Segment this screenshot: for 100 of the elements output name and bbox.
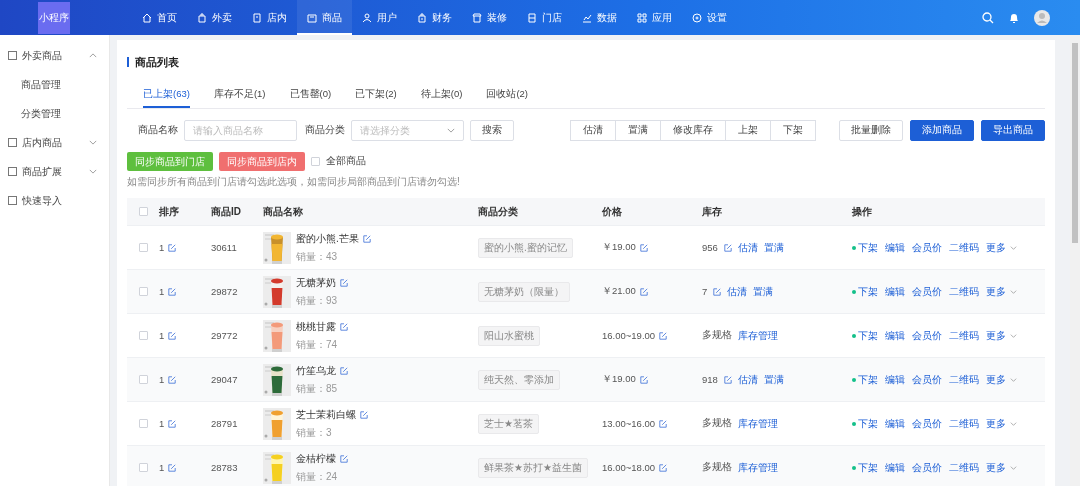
checkbox[interactable] [138,207,148,216]
stock-link[interactable]: 估清 [737,240,758,255]
stock-link[interactable]: 库存管理 [738,328,778,343]
app-logo[interactable]: 小程序 [38,1,70,34]
stock-link[interactable]: 置满 [753,284,774,299]
batch-button[interactable]: 下架 [770,120,816,141]
checkbox[interactable] [138,463,148,472]
edit-icon[interactable] [360,410,368,419]
action-button[interactable]: 添加商品 [910,120,974,141]
action-link[interactable]: 二维码 [949,240,979,255]
stock-link[interactable]: 库存管理 [738,416,778,431]
action-link[interactable]: 会员价 [912,328,942,343]
edit-icon[interactable] [168,419,177,428]
edit-icon[interactable] [723,243,732,252]
scrollbar-thumb[interactable] [1072,43,1078,243]
checkbox[interactable] [138,287,148,296]
batch-button[interactable]: 置满 [615,120,661,141]
edit-icon[interactable] [168,287,177,296]
edit-icon[interactable] [639,243,648,252]
stock-link[interactable]: 估清 [727,284,748,299]
action-button[interactable]: 导出商品 [981,120,1045,141]
stock-link[interactable]: 估清 [737,372,758,387]
sidebar-item[interactable]: 快速导入 [0,186,109,215]
edit-icon[interactable] [340,322,348,331]
stock-link[interactable]: 置满 [763,372,784,387]
stock-link[interactable]: 置满 [763,240,784,255]
action-link[interactable]: 编辑 [885,460,905,475]
nav-item[interactable]: 财务 [407,0,462,35]
sidebar-subitem[interactable]: 商品管理 [0,70,109,99]
edit-icon[interactable] [168,375,177,384]
action-link[interactable]: 会员价 [912,416,942,431]
tab[interactable]: 库存不足(1) [213,88,266,108]
action-link[interactable]: 编辑 [885,240,905,255]
action-link[interactable]: 会员价 [912,372,942,387]
tab[interactable]: 回收站(2) [486,88,529,108]
edit-icon[interactable] [659,419,668,428]
action-link[interactable]: 二维码 [949,284,979,299]
nav-item[interactable]: 外卖 [187,0,242,35]
nav-item[interactable]: 数据 [572,0,627,35]
checkbox[interactable] [311,157,320,166]
action-link[interactable]: 更多 [986,328,1006,343]
sidebar-item[interactable]: 商品扩展 [0,157,109,186]
checkbox[interactable] [138,331,148,340]
batch-button[interactable]: 上架 [725,120,771,141]
action-link[interactable]: 会员价 [912,284,942,299]
action-link[interactable]: 下架 [858,460,878,475]
action-link[interactable]: 会员价 [912,460,942,475]
checkbox[interactable] [138,419,148,428]
edit-icon[interactable] [713,287,722,296]
nav-item[interactable]: 门店 [517,0,572,35]
action-link[interactable]: 二维码 [949,460,979,475]
checkbox[interactable] [138,375,148,384]
tab[interactable]: 已下架(2) [355,88,397,108]
edit-icon[interactable] [168,331,177,340]
action-link[interactable]: 更多 [986,284,1006,299]
edit-icon[interactable] [340,278,348,287]
tab[interactable]: 已售罄(0) [289,88,332,108]
edit-icon[interactable] [659,463,668,472]
nav-item[interactable]: 设置 [682,0,737,35]
nav-item[interactable]: 首页 [132,0,187,35]
edit-icon[interactable] [639,375,648,384]
edit-icon[interactable] [659,331,668,340]
action-link[interactable]: 二维码 [949,416,979,431]
nav-item[interactable]: 商品 [297,0,352,35]
action-link[interactable]: 下架 [858,416,878,431]
bell-icon[interactable] [1008,11,1020,24]
checkbox[interactable] [138,243,148,252]
scrollbar[interactable] [1070,35,1080,486]
action-link[interactable]: 更多 [986,460,1006,475]
action-link[interactable]: 下架 [858,284,878,299]
action-link[interactable]: 更多 [986,240,1006,255]
action-link[interactable]: 更多 [986,372,1006,387]
action-link[interactable]: 会员价 [912,240,942,255]
action-link[interactable]: 下架 [858,372,878,387]
sidebar-item[interactable]: 店内商品 [0,128,109,157]
batch-button[interactable]: 估清 [570,120,616,141]
search-button[interactable]: 搜索 [470,120,514,141]
action-link[interactable]: 编辑 [885,284,905,299]
action-link[interactable]: 编辑 [885,416,905,431]
action-link[interactable]: 二维码 [949,372,979,387]
edit-icon[interactable] [639,287,648,296]
stock-link[interactable]: 库存管理 [738,460,778,475]
action-button[interactable]: 批量删除 [839,120,903,141]
nav-item[interactable]: 用户 [352,0,407,35]
search-icon[interactable] [982,11,994,24]
avatar-icon[interactable] [1034,9,1050,26]
action-link[interactable]: 编辑 [885,372,905,387]
nav-item[interactable]: 装修 [462,0,517,35]
nav-item[interactable]: 应用 [627,0,682,35]
action-link[interactable]: 更多 [986,416,1006,431]
nav-item[interactable]: 店内 [242,0,297,35]
action-link[interactable]: 编辑 [885,328,905,343]
edit-icon[interactable] [168,463,177,472]
action-link[interactable]: 二维码 [949,328,979,343]
action-link[interactable]: 下架 [858,240,878,255]
edit-icon[interactable] [340,454,348,463]
edit-icon[interactable] [168,243,177,252]
sidebar-item[interactable]: 外卖商品 [0,41,109,70]
action-link[interactable]: 下架 [858,328,878,343]
tab[interactable]: 待上架(0) [420,88,463,108]
